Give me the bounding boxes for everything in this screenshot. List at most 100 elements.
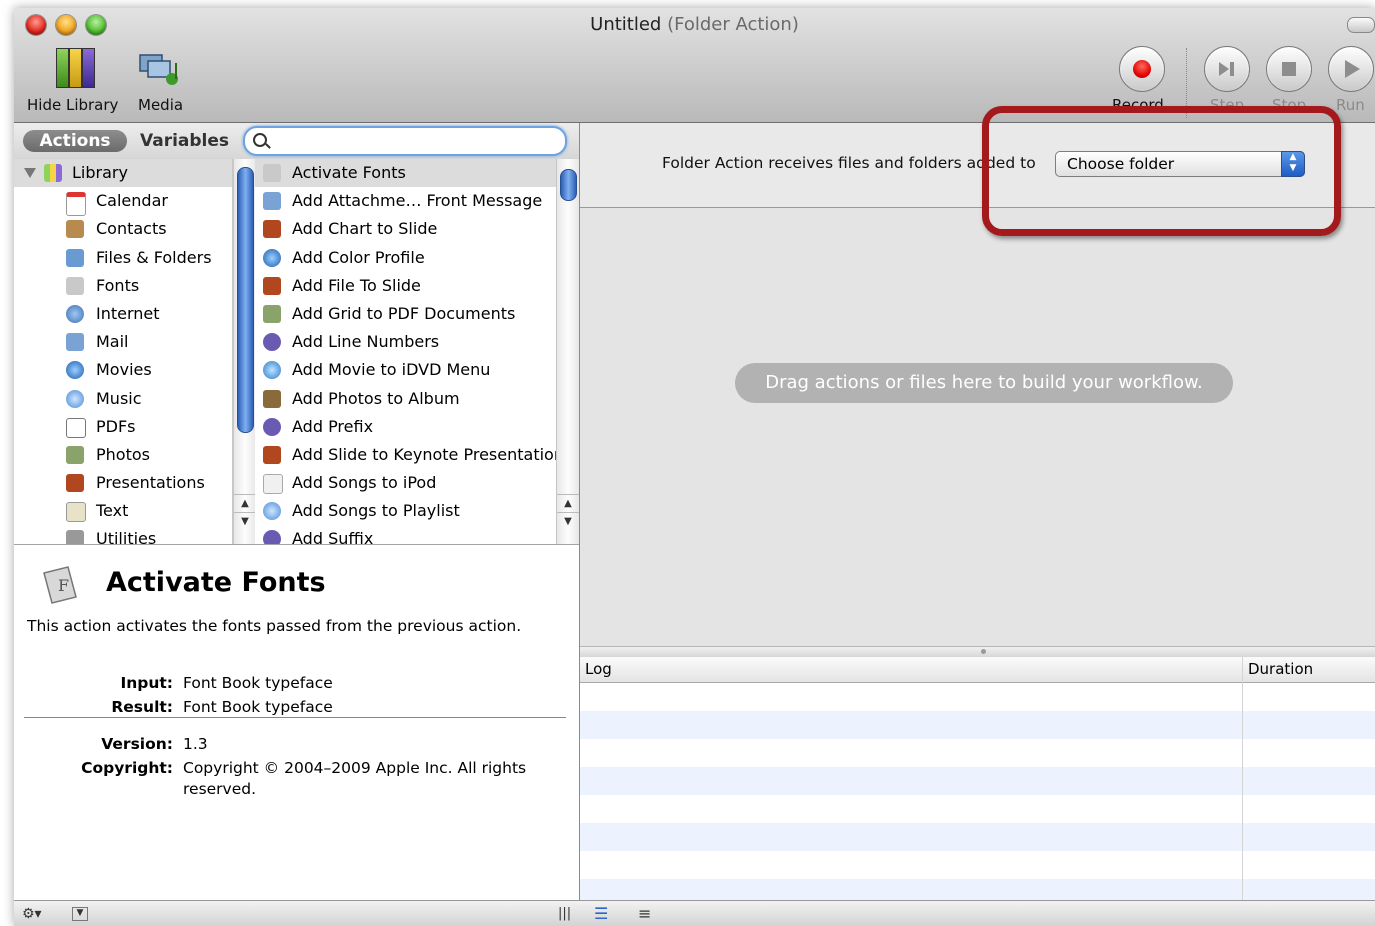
log-column-header[interactable]: Log: [580, 657, 612, 682]
action-item[interactable]: Add Slide to Keynote Presentation: [255, 441, 556, 469]
step-icon: [1204, 46, 1250, 92]
fonts-icon: [263, 164, 281, 182]
mail-icon: [263, 192, 281, 211]
table-row: [580, 739, 1375, 767]
action-item[interactable]: Activate Fonts: [255, 159, 556, 188]
library-item-movies[interactable]: Movies: [14, 356, 232, 384]
log-column-divider: [1242, 657, 1243, 900]
hide-library-button[interactable]: Hide Library: [22, 48, 142, 116]
actions-scrollbar[interactable]: ▲ ▼: [556, 159, 579, 544]
library-header-bar: Actions Variables: [14, 123, 579, 159]
table-row: [580, 711, 1375, 740]
splitter-handle-icon[interactable]: [981, 649, 986, 654]
table-row: [580, 683, 1375, 711]
version-value: 1.3: [183, 735, 208, 753]
action-item[interactable]: Add Line Numbers: [255, 328, 556, 356]
library-item-label: Fonts: [96, 275, 140, 295]
action-item[interactable]: Add Songs to Playlist: [255, 497, 556, 525]
action-item[interactable]: Add Suffix: [255, 525, 556, 544]
resize-grip-icon[interactable]: |||: [558, 904, 571, 924]
action-item-label: Add Line Numbers: [292, 332, 440, 352]
action-item-label: Add Grid to PDF Documents: [292, 303, 516, 323]
library-item-utilities[interactable]: Utilities: [14, 525, 232, 544]
disclosure-triangle-icon[interactable]: [24, 168, 36, 178]
library-item-files-folders[interactable]: Files & Folders: [14, 244, 232, 272]
record-icon: [1119, 46, 1165, 92]
library-list[interactable]: Library Calendar Contacts Files & Folder…: [14, 159, 233, 544]
search-input[interactable]: [271, 131, 555, 151]
library-scrollbar[interactable]: ▲ ▼: [233, 159, 256, 544]
tab-actions[interactable]: Actions: [23, 130, 127, 152]
action-item[interactable]: Add Movie to iDVD Menu: [255, 356, 556, 384]
action-item[interactable]: Add File To Slide: [255, 272, 556, 300]
description-divider: [24, 717, 566, 718]
library-scroll-thumb[interactable]: [237, 167, 254, 433]
action-item[interactable]: Add Prefix: [255, 413, 556, 441]
library-item-music[interactable]: Music: [14, 385, 232, 413]
library-item-photos[interactable]: Photos: [14, 441, 232, 469]
copyright-value-continued: reserved.: [183, 780, 257, 798]
result-label: Result:: [111, 698, 173, 716]
show-description-icon[interactable]: ▼: [72, 907, 88, 921]
search-field[interactable]: [243, 126, 567, 156]
keynote-podium-icon: [263, 276, 281, 295]
list-view-icon[interactable]: ☰: [594, 904, 608, 924]
action-item[interactable]: Add Grid to PDF Documents: [255, 300, 556, 328]
mail-icon: [66, 333, 84, 352]
photos-icon: [66, 445, 84, 464]
window-title-subtitle: (Folder Action): [667, 14, 799, 35]
action-item[interactable]: Add Photos to Album: [255, 385, 556, 413]
table-row: [580, 767, 1375, 796]
contacts-icon: [66, 220, 84, 239]
library-item-label: Utilities: [96, 529, 157, 544]
library-item-text[interactable]: Text: [14, 497, 232, 525]
scroll-up-arrow-icon[interactable]: ▲: [234, 494, 256, 512]
action-item[interactable]: Add Attachme… Front Message: [255, 187, 556, 215]
library-item-label: Music: [96, 388, 142, 408]
text-edit-icon: [66, 502, 86, 523]
action-item-label: Add Suffix: [292, 529, 374, 544]
action-item-label: Add Songs to iPod: [292, 473, 437, 493]
log-splitter[interactable]: [580, 646, 1375, 657]
action-item[interactable]: Add Color Profile: [255, 244, 556, 272]
automator-robot-icon: [263, 304, 281, 323]
library-item-calendar[interactable]: Calendar: [14, 187, 232, 217]
library-root-label: Library: [72, 163, 128, 182]
library-item-label: Text: [96, 501, 129, 521]
input-label: Input:: [120, 674, 173, 692]
workflow-area[interactable]: Drag actions or files here to build your…: [580, 208, 1375, 646]
log-view-icon[interactable]: ≡: [638, 904, 651, 924]
scroll-down-arrow-icon[interactable]: ▼: [234, 512, 256, 530]
library-root-item[interactable]: Library: [14, 159, 232, 188]
toolbar-toggle-button[interactable]: [1347, 17, 1375, 33]
search-icon: [253, 133, 267, 147]
library-item-pdfs[interactable]: PDFs: [14, 413, 232, 441]
action-item[interactable]: Add Songs to iPod: [255, 469, 556, 497]
library-item-contacts[interactable]: Contacts: [14, 215, 232, 243]
description-title: Activate Fonts: [106, 567, 326, 598]
tab-variables[interactable]: Variables: [140, 130, 229, 152]
scroll-up-arrow-icon[interactable]: ▲: [557, 494, 579, 512]
library-books-icon: [56, 48, 96, 88]
utilities-tools-icon: [66, 530, 84, 544]
action-description-pane: F Activate Fonts This action activates t…: [14, 544, 579, 901]
keynote-podium-icon: [66, 474, 84, 493]
keynote-podium-icon: [263, 445, 281, 464]
library-item-presentations[interactable]: Presentations: [14, 469, 232, 497]
media-button[interactable]: Media: [134, 50, 190, 116]
actions-scroll-thumb[interactable]: [560, 169, 577, 201]
library-item-mail[interactable]: Mail: [14, 328, 232, 356]
keynote-podium-icon: [263, 220, 281, 239]
window-title: Untitled (Folder Action): [14, 14, 1375, 35]
globe-icon: [66, 304, 84, 323]
duration-column-header[interactable]: Duration: [1243, 657, 1313, 682]
table-row: [580, 795, 1375, 823]
copyright-label: Copyright:: [81, 759, 173, 777]
action-item[interactable]: Add Chart to Slide: [255, 215, 556, 243]
library-item-label: Photos: [96, 444, 150, 464]
scroll-down-arrow-icon[interactable]: ▼: [557, 512, 579, 530]
gear-menu-icon[interactable]: ⚙▾: [22, 904, 42, 924]
actions-list[interactable]: Activate Fonts Add Attachme… Front Messa…: [255, 159, 556, 544]
library-item-fonts[interactable]: Fonts: [14, 272, 232, 300]
library-item-internet[interactable]: Internet: [14, 300, 232, 328]
